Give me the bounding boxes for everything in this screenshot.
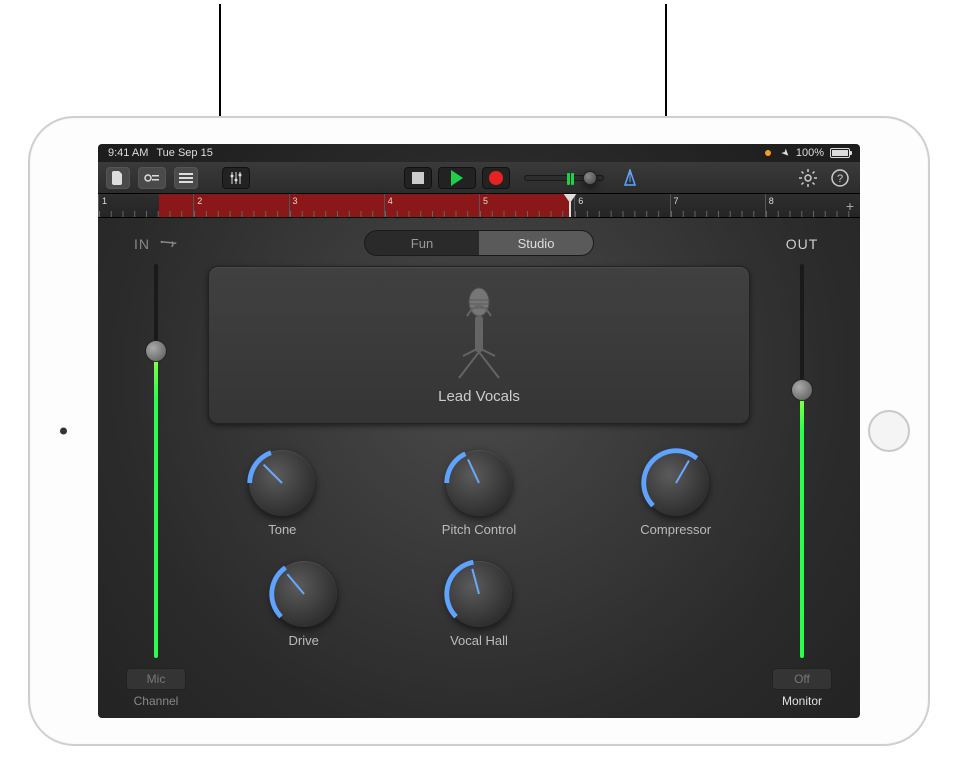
monitor-label: Monitor: [782, 694, 822, 708]
knob-pitch-control: Pitch Control: [442, 450, 516, 537]
play-icon: [451, 170, 463, 186]
knob-tone: Tone: [249, 450, 315, 537]
bar-number: 1: [102, 196, 107, 206]
svg-text:?: ?: [837, 173, 843, 185]
knob-vocal-hall: Vocal Hall: [446, 561, 512, 648]
mode-segmented-control[interactable]: Fun Studio: [364, 230, 594, 256]
knob-label: Pitch Control: [442, 522, 516, 537]
slider-thumb[interactable]: [791, 379, 813, 401]
preset-name: Lead Vocals: [438, 388, 520, 405]
help-button[interactable]: ?: [828, 167, 852, 189]
bar-number: 4: [388, 196, 393, 206]
tick-marks: [480, 211, 574, 217]
stop-icon: [412, 172, 424, 184]
audio-input-icon[interactable]: [159, 233, 182, 256]
status-date: Tue Sep 15: [156, 147, 212, 159]
knob-arc: [244, 445, 320, 521]
bar-number: 8: [769, 196, 774, 206]
input-label: IN: [134, 236, 150, 252]
ruler-bar[interactable]: 4: [384, 194, 479, 217]
slider-fill: [800, 390, 804, 658]
slider-thumb[interactable]: [583, 171, 597, 185]
ruler-bar[interactable]: 2: [193, 194, 288, 217]
battery-icon: [830, 148, 850, 158]
knob[interactable]: [271, 561, 337, 627]
status-time: 9:41 AM: [108, 147, 148, 159]
ruler-bar[interactable]: 5: [479, 194, 574, 217]
channel-button[interactable]: Mic: [126, 668, 186, 690]
meter-pip: [571, 173, 574, 185]
ruler-bar[interactable]: 1: [98, 194, 193, 217]
bar-number: 3: [293, 196, 298, 206]
audio-recorder-surface: IN Mic Channel OUT Off: [98, 218, 860, 718]
front-camera: [60, 428, 67, 435]
ruler-bar[interactable]: 7: [670, 194, 765, 217]
monitor-button[interactable]: Off: [772, 668, 832, 690]
track-controls-button[interactable]: [222, 167, 250, 189]
recording-indicator-dot: [765, 150, 771, 156]
transport-controls: [404, 167, 510, 189]
knob-label: Compressor: [640, 522, 711, 537]
add-section-button[interactable]: +: [846, 198, 854, 214]
app-screen: 9:41 AM Tue Sep 15 ➤ 100%: [98, 144, 860, 718]
browser-button[interactable]: [138, 167, 166, 189]
playhead[interactable]: [563, 194, 577, 203]
segment-studio[interactable]: Studio: [479, 231, 593, 255]
ipad-frame: 9:41 AM Tue Sep 15 ➤ 100%: [28, 116, 930, 746]
tracks-button[interactable]: [174, 167, 198, 189]
knob-label: Tone: [268, 522, 296, 537]
slider-thumb[interactable]: [145, 340, 167, 362]
input-level-slider[interactable]: [136, 264, 176, 658]
tick-marks: [194, 211, 288, 217]
output-column: OUT Off Monitor: [762, 236, 842, 708]
tick-marks: [99, 211, 193, 217]
output-label: OUT: [786, 236, 819, 252]
bar-number: 6: [578, 196, 583, 206]
output-level-slider[interactable]: [782, 264, 822, 658]
record-button[interactable]: [482, 167, 510, 189]
bar-number: 5: [483, 196, 488, 206]
knob[interactable]: [446, 561, 512, 627]
settings-button[interactable]: [796, 167, 820, 189]
timeline-ruler[interactable]: 1 2 3 4 5 6 7 8 +: [98, 194, 860, 218]
segment-fun[interactable]: Fun: [365, 231, 479, 255]
microphone-icon: [449, 286, 509, 382]
knob-grid: Tone Pitch Control Compressor Drive Vocal Ha…: [208, 450, 750, 648]
ruler-bar[interactable]: 3: [289, 194, 384, 217]
home-button[interactable]: [868, 410, 910, 452]
bar-number: 2: [197, 196, 202, 206]
tick-marks: [290, 211, 384, 217]
input-column: IN Mic Channel: [116, 236, 196, 708]
slider-fill: [154, 351, 158, 658]
tick-marks: [671, 211, 765, 217]
knob-drive: Drive: [271, 561, 337, 648]
channel-label: Channel: [134, 694, 179, 708]
play-button[interactable]: [438, 167, 476, 189]
meter-pip: [567, 173, 570, 185]
knob[interactable]: [249, 450, 315, 516]
ruler-bar[interactable]: 6: [574, 194, 669, 217]
stop-button[interactable]: [404, 167, 432, 189]
toolbar: ?: [98, 162, 860, 194]
knob-label: Vocal Hall: [450, 633, 508, 648]
preset-selector[interactable]: Lead Vocals: [208, 266, 750, 424]
knob-compressor: Compressor: [640, 450, 711, 537]
location-icon: ➤: [779, 146, 793, 160]
metronome-button[interactable]: [618, 167, 642, 189]
my-songs-button[interactable]: [106, 167, 130, 189]
master-volume-slider[interactable]: [524, 175, 604, 181]
tick-marks: [575, 211, 669, 217]
knob-label: Drive: [288, 633, 318, 648]
center-panel: Fun Studio Lead Vocals Tone Pitch Control…: [208, 228, 750, 706]
bar-number: 7: [674, 196, 679, 206]
tick-marks: [385, 211, 479, 217]
knob[interactable]: [446, 450, 512, 516]
record-icon: [489, 171, 503, 185]
battery-percent: 100%: [796, 147, 824, 159]
status-bar: 9:41 AM Tue Sep 15 ➤ 100%: [98, 144, 860, 162]
knob[interactable]: [643, 450, 709, 516]
